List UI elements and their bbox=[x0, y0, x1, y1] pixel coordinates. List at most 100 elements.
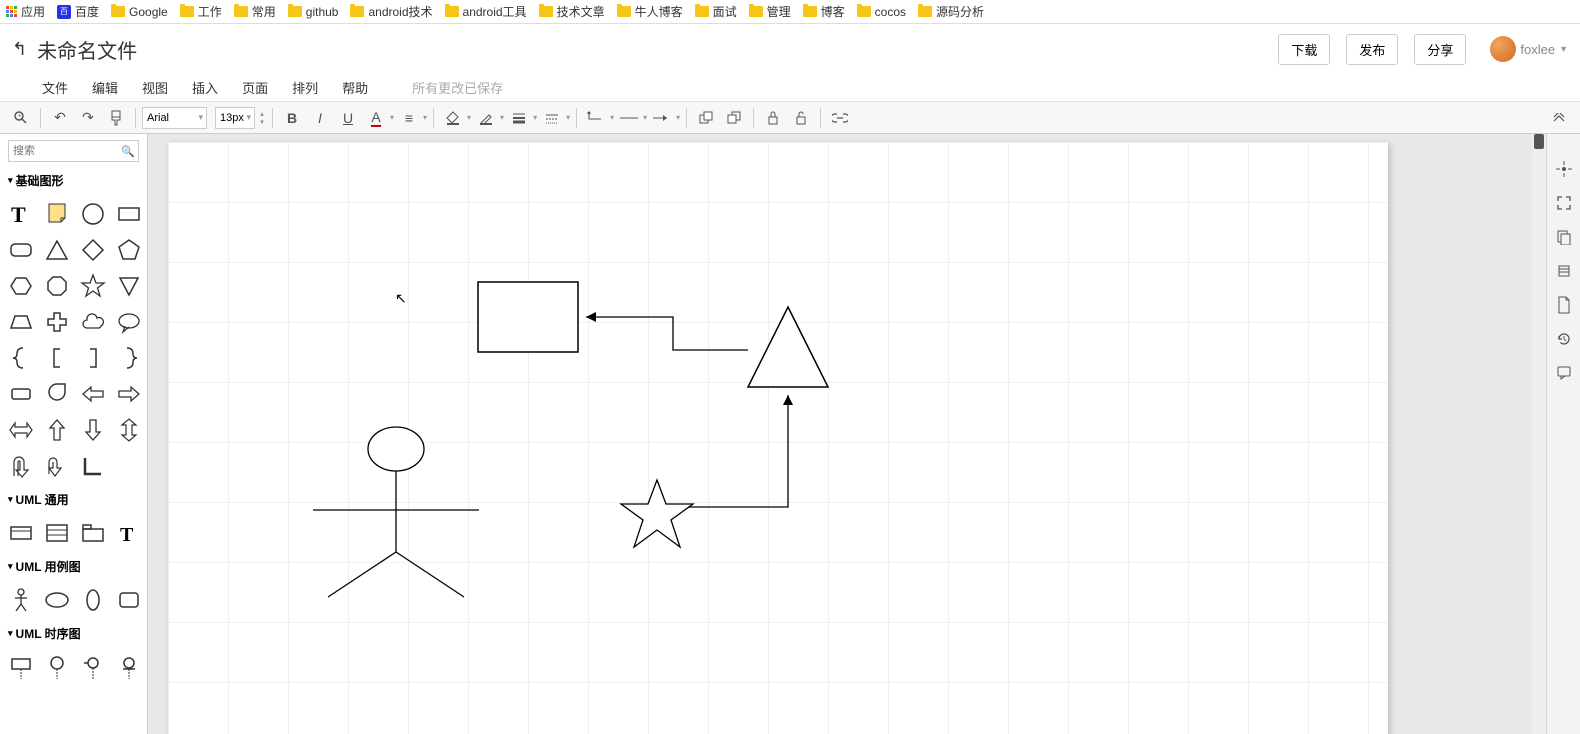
underline-button[interactable]: U bbox=[335, 105, 361, 131]
menu-file[interactable]: 文件 bbox=[42, 78, 68, 97]
connector-star-to-triangle[interactable] bbox=[688, 395, 788, 507]
format-painter-button[interactable] bbox=[103, 105, 129, 131]
chevron-down-icon[interactable]: ▾ bbox=[500, 113, 504, 122]
zoom-button[interactable]: + bbox=[8, 105, 34, 131]
bookmark-interview[interactable]: 面试 bbox=[695, 3, 737, 20]
shape-teardrop[interactable] bbox=[40, 377, 74, 411]
align-button[interactable]: ≡ bbox=[396, 105, 422, 131]
shape-bracket-right[interactable] bbox=[76, 341, 110, 375]
menu-help[interactable]: 帮助 bbox=[342, 78, 368, 97]
shape-ellipse[interactable] bbox=[76, 197, 110, 231]
bookmark-github[interactable]: github bbox=[288, 5, 339, 19]
shape-uml-class-full[interactable] bbox=[40, 516, 74, 550]
collapse-toolbar-button[interactable] bbox=[1546, 105, 1572, 131]
bookmark-android-tools[interactable]: android工具 bbox=[445, 3, 527, 20]
dock-navigator-button[interactable] bbox=[1550, 156, 1578, 182]
chevron-down-icon[interactable]: ▾ bbox=[533, 113, 537, 122]
menu-arrange[interactable]: 排列 bbox=[292, 78, 318, 97]
bold-button[interactable]: B bbox=[279, 105, 305, 131]
canvas-page[interactable]: ↖ bbox=[168, 142, 1388, 734]
shape-text[interactable]: T bbox=[4, 197, 38, 231]
shape-brace-left[interactable] bbox=[4, 341, 38, 375]
link-button[interactable] bbox=[827, 105, 853, 131]
shape-octagon[interactable] bbox=[40, 269, 74, 303]
bookmark-android-tech[interactable]: android技术 bbox=[350, 3, 432, 20]
bookmark-blog[interactable]: 博客 bbox=[803, 3, 845, 20]
shape-pentagon[interactable] bbox=[112, 233, 146, 267]
shape-lifeline-rect[interactable] bbox=[4, 650, 38, 684]
scrollbar-thumb[interactable] bbox=[1534, 134, 1544, 149]
shape-bracket-left[interactable] bbox=[40, 341, 74, 375]
apps-button[interactable]: 应用 bbox=[6, 3, 45, 20]
redo-button[interactable]: ↷ bbox=[75, 105, 101, 131]
shape-arrow-up[interactable] bbox=[40, 413, 74, 447]
chevron-down-icon[interactable]: ▾ bbox=[390, 113, 394, 122]
shape-trapezoid[interactable] bbox=[4, 305, 38, 339]
font-size-down[interactable]: ▾ bbox=[258, 118, 266, 126]
font-size-up[interactable]: ▴ bbox=[258, 110, 266, 118]
shape-arrow-bidirectional[interactable] bbox=[4, 413, 38, 447]
shape-rectangle[interactable] bbox=[112, 197, 146, 231]
share-button[interactable]: 分享 bbox=[1414, 34, 1466, 65]
diagram-triangle[interactable] bbox=[748, 307, 828, 387]
unlock-button[interactable] bbox=[788, 105, 814, 131]
canvas-area[interactable]: ↖ bbox=[148, 134, 1546, 734]
chevron-down-icon[interactable]: ▾ bbox=[643, 113, 647, 122]
dock-comment-button[interactable] bbox=[1550, 360, 1578, 386]
arrow-style-button[interactable] bbox=[649, 105, 675, 131]
shape-hexagon[interactable] bbox=[4, 269, 38, 303]
shape-star[interactable] bbox=[76, 269, 110, 303]
download-button[interactable]: 下载 bbox=[1278, 34, 1330, 65]
bookmark-baidu[interactable]: 百百度 bbox=[57, 3, 99, 20]
back-button[interactable]: ↰ bbox=[12, 39, 27, 60]
italic-button[interactable]: I bbox=[307, 105, 333, 131]
shape-plus[interactable] bbox=[40, 305, 74, 339]
bookmark-manage[interactable]: 管理 bbox=[749, 3, 791, 20]
dock-pages-button[interactable] bbox=[1550, 224, 1578, 250]
dock-layers-button[interactable] bbox=[1550, 258, 1578, 284]
shape-note[interactable] bbox=[40, 197, 74, 231]
shape-diamond[interactable] bbox=[76, 233, 110, 267]
shape-uml-text[interactable]: T bbox=[112, 516, 146, 550]
shape-lifeline-entity[interactable] bbox=[112, 650, 146, 684]
shape-callout[interactable] bbox=[112, 305, 146, 339]
shape-triangle[interactable] bbox=[40, 233, 74, 267]
shape-arrow-right[interactable] bbox=[112, 377, 146, 411]
user-menu[interactable]: foxlee ▼ bbox=[1490, 36, 1568, 62]
bring-front-button[interactable] bbox=[693, 105, 719, 131]
send-back-button[interactable] bbox=[721, 105, 747, 131]
font-size-select[interactable]: 13px bbox=[215, 107, 255, 129]
shape-usecase-ellipse-narrow[interactable] bbox=[76, 583, 110, 617]
diagram-actor[interactable] bbox=[313, 427, 479, 597]
search-box[interactable]: 🔍 bbox=[8, 140, 139, 162]
shape-corner[interactable] bbox=[76, 449, 110, 483]
menu-insert[interactable]: 插入 bbox=[192, 78, 218, 97]
diagram-rectangle[interactable] bbox=[478, 282, 578, 352]
dock-history-button[interactable] bbox=[1550, 326, 1578, 352]
shape-actor[interactable] bbox=[4, 583, 38, 617]
shape-uml-class-simple[interactable] bbox=[4, 516, 38, 550]
shape-uml-package[interactable] bbox=[76, 516, 110, 550]
menu-edit[interactable]: 编辑 bbox=[92, 78, 118, 97]
chevron-down-icon[interactable]: ▾ bbox=[467, 113, 471, 122]
shape-arrow-down[interactable] bbox=[76, 413, 110, 447]
shape-usecase-system[interactable] bbox=[112, 583, 146, 617]
bookmark-work[interactable]: 工作 bbox=[180, 3, 222, 20]
shape-inverted-triangle[interactable] bbox=[112, 269, 146, 303]
font-family-select[interactable]: Arial bbox=[142, 107, 207, 129]
bookmark-expert-blog[interactable]: 牛人博客 bbox=[617, 3, 683, 20]
dock-fit-button[interactable] bbox=[1550, 190, 1578, 216]
shape-rounded-rect[interactable] bbox=[4, 233, 38, 267]
bookmark-tech-articles[interactable]: 技术文章 bbox=[539, 3, 605, 20]
section-uml-sequence[interactable]: UML 时序图 bbox=[0, 621, 147, 646]
shape-usecase-ellipse[interactable] bbox=[40, 583, 74, 617]
chevron-down-icon[interactable]: ▾ bbox=[423, 113, 427, 122]
bookmark-common[interactable]: 常用 bbox=[234, 3, 276, 20]
chevron-down-icon[interactable]: ▾ bbox=[610, 113, 614, 122]
bookmark-google[interactable]: Google bbox=[111, 5, 168, 19]
section-uml-common[interactable]: UML 通用 bbox=[0, 487, 147, 512]
fill-color-button[interactable] bbox=[440, 105, 466, 131]
shape-arrow-left[interactable] bbox=[76, 377, 110, 411]
bookmark-source-analysis[interactable]: 源码分析 bbox=[918, 3, 984, 20]
shape-lifeline-interface[interactable] bbox=[76, 650, 110, 684]
